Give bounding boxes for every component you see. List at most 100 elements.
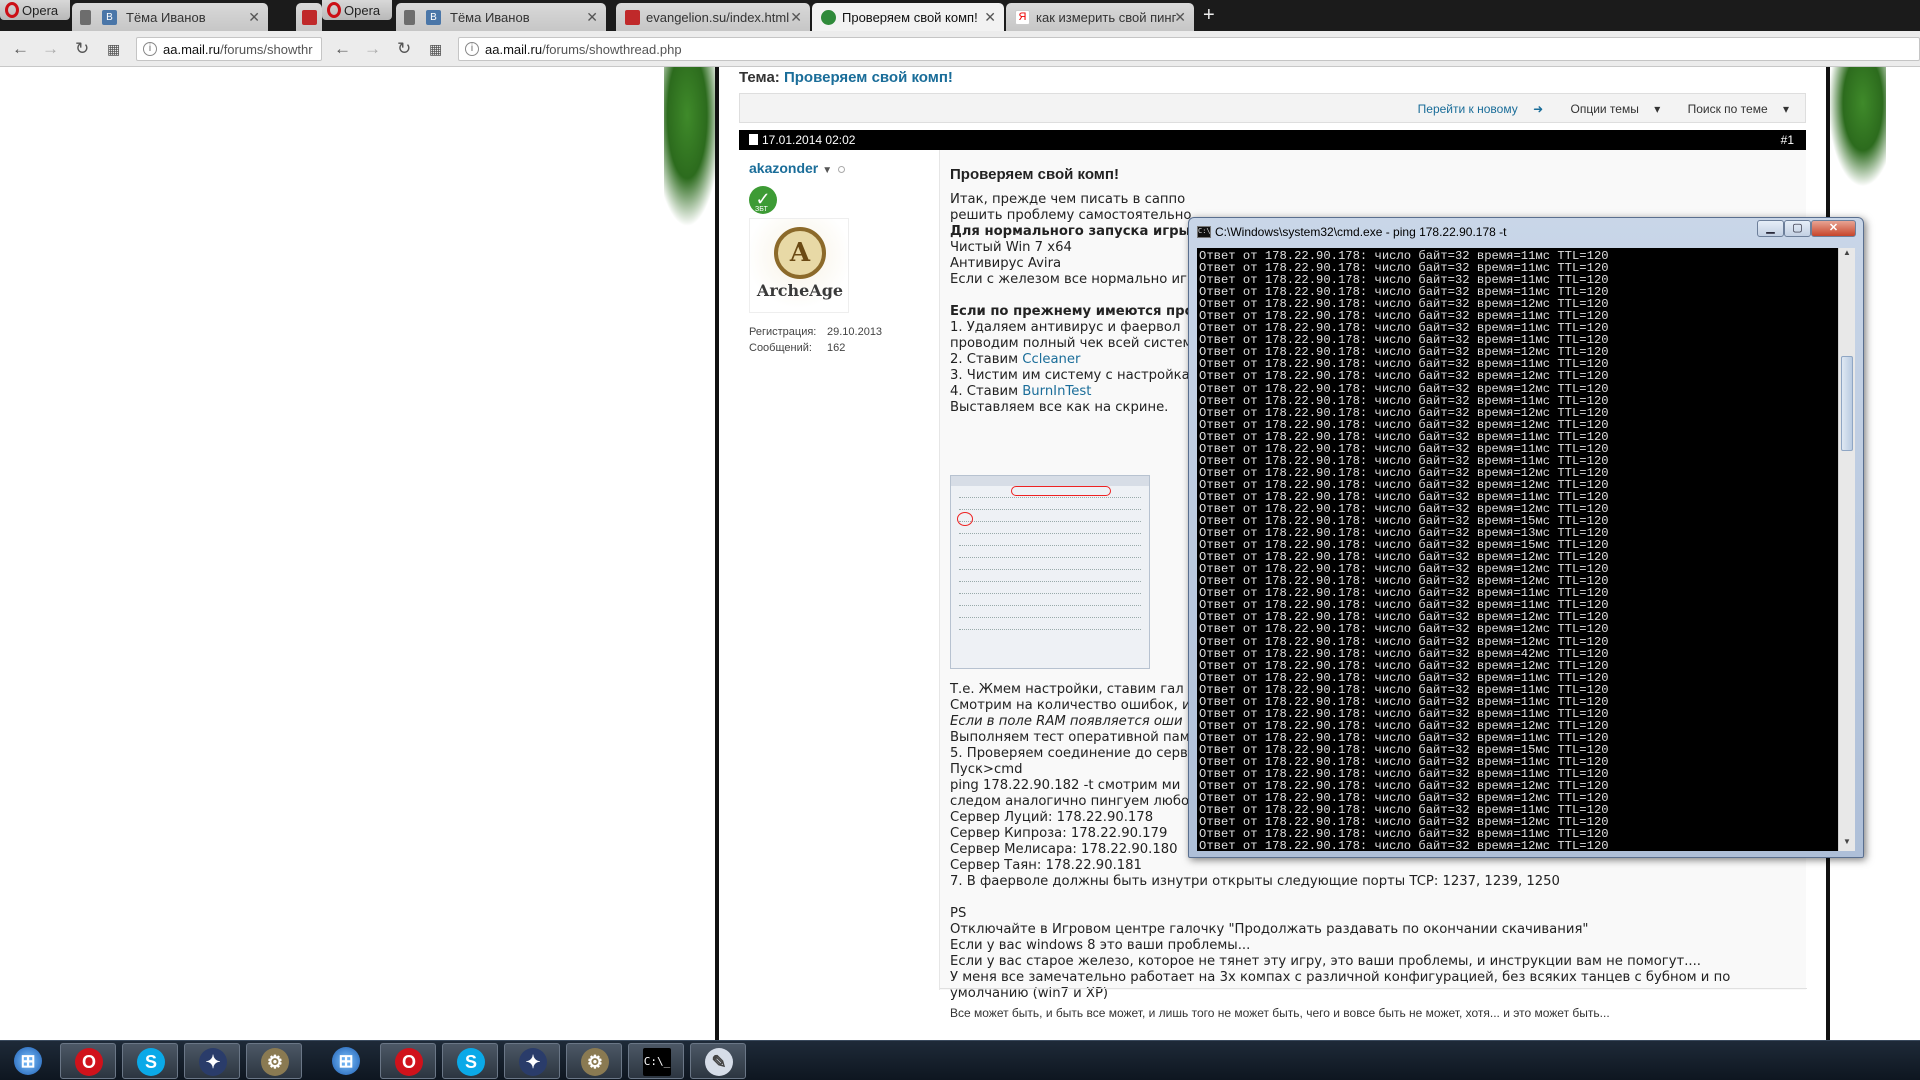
user-info-panel: akazonder ▼ ✓ ЗБТ A ArcheAge Регистрация:… [739,150,939,970]
opera-menu-button-2[interactable]: Opera [322,0,392,20]
post-number-link[interactable]: #1 [1781,133,1794,147]
back-arrow-icon[interactable]: ← [12,39,29,59]
thread-title-link[interactable]: Проверяем свой комп! [784,69,953,86]
burnintest-link[interactable]: BurnInTest [1022,384,1091,399]
info-icon: i [465,42,479,56]
tab-pinned[interactable] [296,3,322,31]
console-line: Ответ от 178.22.90.178: число байт=32 вр… [1199,441,1609,456]
skype-icon: S [137,1048,165,1076]
tab-vk-2[interactable]: В Тёма Иванов ✕ [396,3,606,31]
speed-dial-icon[interactable]: ▦ [107,41,120,58]
offline-status-icon [838,166,846,173]
console-line: Ответ от 178.22.90.178: число байт=32 вр… [1199,381,1609,396]
taskbar-skype[interactable]: S [122,1043,178,1079]
tab-evangelion[interactable]: evangelion.su/index.html ✕ [616,3,810,31]
scroll-up-icon[interactable]: ▲ [1839,248,1855,262]
paint-icon: ✎ [705,1048,733,1076]
windows-logo-icon: ⊞ [332,1047,360,1075]
post-text-line: У меня все замечательно работает на 3х к… [950,970,1731,985]
new-tab-icon[interactable]: + [1203,4,1215,27]
username[interactable]: akazonder ▼ [749,160,846,176]
yandex-icon: Я [1015,10,1030,25]
post-date: 17.01.2014 02:02 [762,133,856,147]
taskbar-opera-2[interactable]: O [380,1043,436,1079]
console-line: Ответ от 178.22.90.178: число байт=32 вр… [1199,682,1609,697]
ccleaner-link[interactable]: Ccleaner [1022,352,1080,367]
user-post-count: Сообщений: 162 [749,342,846,354]
taskbar-cmd[interactable]: C:\_ [628,1043,684,1079]
post-text-line: 7. В фаерволе должны быть изнутри открыт… [950,874,1560,889]
close-tab-icon[interactable]: ✕ [248,9,260,26]
cmd-scrollbar[interactable]: ▲ ▼ [1838,248,1855,851]
close-tab-icon[interactable]: ✕ [1174,9,1186,26]
scroll-down-icon[interactable]: ▼ [1839,837,1855,851]
goto-new-link[interactable]: Перейти к новому ➜ [1406,102,1543,116]
skype-icon: S [457,1048,485,1076]
maximize-button[interactable]: ▢ [1784,220,1811,237]
chevron-down-icon: ▼ [822,165,833,176]
url-field[interactable]: i aa.mail.ru/forums/showthread.php [458,37,1920,61]
opera-logo-icon [5,2,19,18]
reload-icon[interactable]: ↻ [75,39,89,59]
taskbar-launcher[interactable]: ✦ [184,1043,240,1079]
reload-icon-2[interactable]: ↻ [397,39,411,59]
speed-dial-icon-2[interactable]: ▦ [429,41,442,58]
url-field-left[interactable]: i aa.mail.ru/forums/showthr [136,37,322,61]
archeage-icon [821,10,836,25]
opera-icon: O [395,1048,423,1076]
taskbar-paint[interactable]: ✎ [690,1043,746,1079]
chevron-down-icon: ▾ [1654,102,1661,116]
close-button[interactable]: ✕ [1811,220,1856,237]
page-icon [80,10,91,25]
scroll-thumb[interactable] [1841,356,1853,451]
console-line: Ответ от 178.22.90.178: число байт=32 вр… [1199,429,1609,444]
console-line: Ответ от 178.22.90.178: число байт=32 вр… [1199,405,1609,420]
post-header: 17.01.2014 02:02 #1 [739,130,1806,150]
tab-yandex[interactable]: Я как измерить свой пинг ✕ [1006,3,1194,31]
opera-logo-icon [327,2,341,18]
signature: Все может быть, и быть все может, и лишь… [950,1006,1610,1020]
console-output[interactable]: Ответ от 178.22.90.178: число байт=32 вр… [1197,248,1838,851]
avatar[interactable]: A ArcheAge [749,218,849,313]
console-line: Ответ от 178.22.90.178: число байт=32 вр… [1199,658,1609,673]
opera-menu-button[interactable]: Opera [0,0,70,20]
taskbar-settings-2[interactable]: ⚙ [566,1043,622,1079]
taskbar-launcher-2[interactable]: ✦ [504,1043,560,1079]
post-text-line: PS [950,906,967,921]
taskbar-skype-2[interactable]: S [442,1043,498,1079]
back-arrow-icon-2[interactable]: ← [334,39,351,59]
page-viewport: Тема: Проверяем свой комп! Перейти к нов… [0,67,1920,1040]
browser-tab-bar: Opera В Тёма Иванов ✕ Opera В Тёма Ивано… [0,0,1920,31]
minimize-button[interactable]: ▁ [1757,220,1784,237]
forward-arrow-icon-2[interactable]: → [364,39,381,59]
search-thread-menu[interactable]: Поиск по теме ▾ [1676,102,1789,116]
tab-vk-1[interactable]: В Тёма Иванов ✕ [72,3,268,31]
gear-icon: ⚙ [581,1048,609,1076]
document-icon [749,134,758,145]
post-text-line [950,890,1790,906]
site-icon [302,10,317,25]
thread-options-menu[interactable]: Опции темы ▾ [1558,102,1660,116]
close-tab-icon[interactable]: ✕ [790,9,802,26]
cmd-window[interactable]: C:\ C:\Windows\system32\cmd.exe - ping 1… [1188,217,1864,858]
close-tab-icon[interactable]: ✕ [984,9,996,26]
console-line: Ответ от 178.22.90.178: число байт=32 вр… [1199,622,1609,637]
cmd-icon: C:\_ [643,1048,671,1076]
tab-forum-active[interactable]: Проверяем свой комп! ✕ [812,3,1004,31]
start-button[interactable]: ⊞ [0,1043,56,1079]
windows-logo-icon: ⊞ [14,1047,42,1075]
taskbar-opera[interactable]: O [60,1043,116,1079]
post-text-line: Отключайте в Игровом центре галочку "Про… [950,922,1589,937]
info-icon: i [143,42,157,56]
burnintest-screenshot-thumbnail[interactable] [950,475,1150,669]
start-button-2[interactable]: ⊞ [318,1043,374,1079]
close-tab-icon[interactable]: ✕ [586,9,598,26]
vk-icon: В [102,10,117,25]
vk-icon: В [426,10,441,25]
forward-arrow-icon[interactable]: → [42,39,59,59]
console-line: Ответ от 178.22.90.178: число байт=32 вр… [1199,369,1609,384]
badge-label: ЗБТ [755,206,768,213]
archeage-emblem-icon: A [774,227,826,279]
console-line: Ответ от 178.22.90.178: число байт=32 вр… [1199,646,1609,661]
taskbar-settings[interactable]: ⚙ [246,1043,302,1079]
